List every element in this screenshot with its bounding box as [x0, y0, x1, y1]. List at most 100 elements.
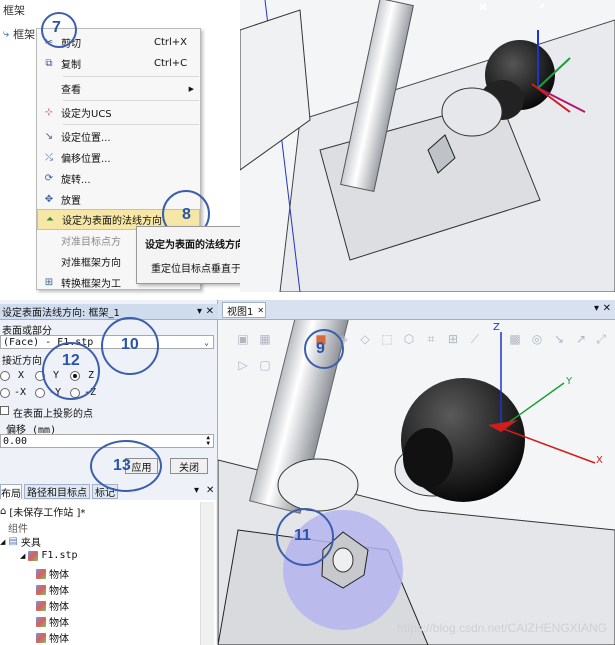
body-label: 物体 [49, 618, 69, 629]
view-toolbar-icon[interactable]: ◇ [358, 332, 372, 346]
surface-normal-icon: ⏶ [46, 214, 54, 225]
menu-item-view[interactable]: 查看 ▶ [37, 78, 200, 99]
step-number-9: 9 [316, 340, 325, 357]
tree-item-frame[interactable]: ⤷ 框架 [3, 26, 35, 42]
step-number-8: 8 [182, 206, 191, 223]
view-toolbar-icon[interactable]: ◎ [530, 332, 544, 346]
radio-x[interactable] [0, 371, 10, 381]
menu-label: 偏移位置... [61, 154, 111, 165]
radio-x-label: X [18, 370, 25, 381]
view-toolbar-icon[interactable]: ⊞ [446, 332, 460, 346]
body-icon [36, 568, 46, 579]
step-number-10: 10 [121, 336, 139, 353]
fixture-label: 夹具 [20, 538, 41, 549]
view-toolbar-icon[interactable]: ▩ [508, 332, 522, 346]
tab-paths-targets[interactable]: 路径和目标点 [24, 484, 90, 499]
view-toolbar-icon[interactable]: ⌗ [424, 332, 438, 346]
pin-icon[interactable]: ▾ [197, 306, 202, 317]
view-toolbar-icon[interactable]: ⤢ [594, 332, 608, 346]
pin-icon[interactable]: ▾ [194, 485, 199, 496]
close-icon[interactable]: ✕ [206, 306, 214, 317]
view-toolbar-icon[interactable]: ▣ [236, 332, 250, 346]
fixture-icon: ▤ [8, 536, 18, 547]
tree-item-file[interactable]: ◢ F1.stp [20, 550, 78, 561]
offset-value: 0.00 [3, 435, 28, 447]
menu-label: 查看 [61, 85, 81, 96]
bottom-3d-viewport[interactable]: 视图1 ✕ ▾ ✕ Z Y X ▣ ▦ ■ ◈ ◇ ⬚ ⬡ ⌗ ⊞ ⟋ ▩ ◎ … [218, 300, 615, 645]
file-label: F1.stp [41, 550, 78, 561]
tree-item-body[interactable]: 物体 [36, 614, 69, 629]
body-label: 物体 [49, 602, 69, 613]
view-toolbar-icon[interactable]: ↗ [574, 332, 588, 346]
radio-neg-x[interactable] [0, 388, 10, 398]
menu-item-set-position[interactable]: ↘ 设定位置... [37, 126, 200, 147]
body-icon [36, 632, 46, 643]
top-3d-viewport[interactable] [240, 0, 615, 292]
menu-item-copy[interactable]: ⧉ 复制 Ctrl+C [37, 53, 200, 74]
menu-label: 设定为UCS [61, 109, 112, 120]
tree-item-body[interactable]: 物体 [36, 566, 69, 581]
menu-separator [63, 76, 199, 77]
body-label: 物体 [49, 570, 69, 581]
body-icon [36, 600, 46, 611]
view-toolbar-icon[interactable]: ⬚ [380, 332, 394, 346]
tree-item-group[interactable]: 组件 [8, 520, 28, 535]
rotate-icon: ⟳ [44, 173, 54, 184]
tree-item-fixture[interactable]: ◢ ▤ 夹具 [0, 534, 41, 549]
tab-view1[interactable]: 视图1 ✕ [222, 302, 266, 318]
axis-z-label: Z [493, 322, 500, 333]
menu-label: 设定位置... [61, 133, 111, 144]
body-icon [36, 584, 46, 595]
view-tabstrip [218, 300, 615, 320]
radio-neg-x-label: -X [14, 387, 27, 398]
body-label: 物体 [49, 634, 69, 645]
station-icon: ⌂ [0, 506, 7, 517]
approach-direction-label: 接近方向 [2, 356, 42, 367]
menu-item-rotate[interactable]: ⟳ 旋转... [37, 168, 200, 189]
copy-icon: ⧉ [45, 58, 53, 69]
step-circle-12 [42, 342, 100, 400]
tab-label: 视图1 [227, 306, 254, 318]
top-3d-scene [240, 0, 615, 292]
view-toolbar-icon[interactable]: ▢ [258, 358, 272, 372]
collapse-arrow-icon: ◢ [20, 551, 26, 560]
pin-icon[interactable]: ▾ [594, 303, 599, 314]
chevron-down-icon: ⌄ [204, 337, 209, 347]
radio-neg-y[interactable] [35, 388, 45, 398]
project-point-checkbox[interactable] [0, 406, 9, 415]
close-icon[interactable]: ✕ [603, 303, 611, 314]
menu-shortcut: Ctrl+X [154, 37, 188, 48]
menu-item-set-ucs[interactable]: ⊹ 设定为UCS [37, 102, 200, 123]
spinner-icon[interactable]: ▲ ▼ [206, 435, 210, 447]
frame-icon: ⤷ [3, 27, 10, 40]
tree-scrollbar[interactable] [200, 502, 214, 645]
view-toolbar-icon[interactable]: ↘ [552, 332, 566, 346]
convert-frame-icon: ⊞ [44, 277, 54, 288]
part-icon [28, 550, 39, 561]
panel-title: 设定表面法线方向: 框架_1 [2, 308, 120, 319]
view-toolbar-icon[interactable]: ▦ [258, 332, 272, 346]
close-icon[interactable]: ✕ [257, 306, 264, 315]
step-number-11: 11 [294, 527, 311, 544]
tree-item-station[interactable]: ⌂ [未保存工作站 ]* [0, 504, 85, 519]
menu-shortcut: Ctrl+C [154, 58, 188, 69]
tree-item-body[interactable]: 物体 [36, 630, 69, 645]
tab-layout[interactable]: 布局 [0, 484, 22, 500]
close-icon[interactable]: ✕ [206, 485, 214, 496]
view-toolbar-icon[interactable]: ⬡ [402, 332, 416, 346]
set-position-icon: ↘ [44, 131, 54, 142]
view-toolbar-icon[interactable]: ▷ [236, 358, 250, 372]
tree-item-body[interactable]: 物体 [36, 582, 69, 597]
body-label: 物体 [49, 586, 69, 597]
project-point-label: 在表面上投影的点 [13, 409, 93, 420]
tree-item-body[interactable]: 物体 [36, 598, 69, 613]
left-panel-stack: 设定表面法线方向: 框架_1 ▾ ✕ 表面或部分 (Face) - F1.stp… [0, 300, 218, 645]
tree-item-label: 框架 [13, 28, 36, 41]
collapse-arrow-icon: ◢ [0, 537, 6, 546]
menu-item-offset-position[interactable]: ⤯ 偏移位置... [37, 147, 200, 168]
close-button[interactable]: 关闭 [170, 458, 208, 474]
view-toolbar-icon[interactable]: ⟋ [468, 332, 482, 346]
menu-label: 旋转... [61, 175, 91, 186]
submenu-arrow-icon: ▶ [188, 84, 194, 93]
watermark: https://blog.csdn.net/CAIZHENGXIANG [396, 621, 607, 635]
